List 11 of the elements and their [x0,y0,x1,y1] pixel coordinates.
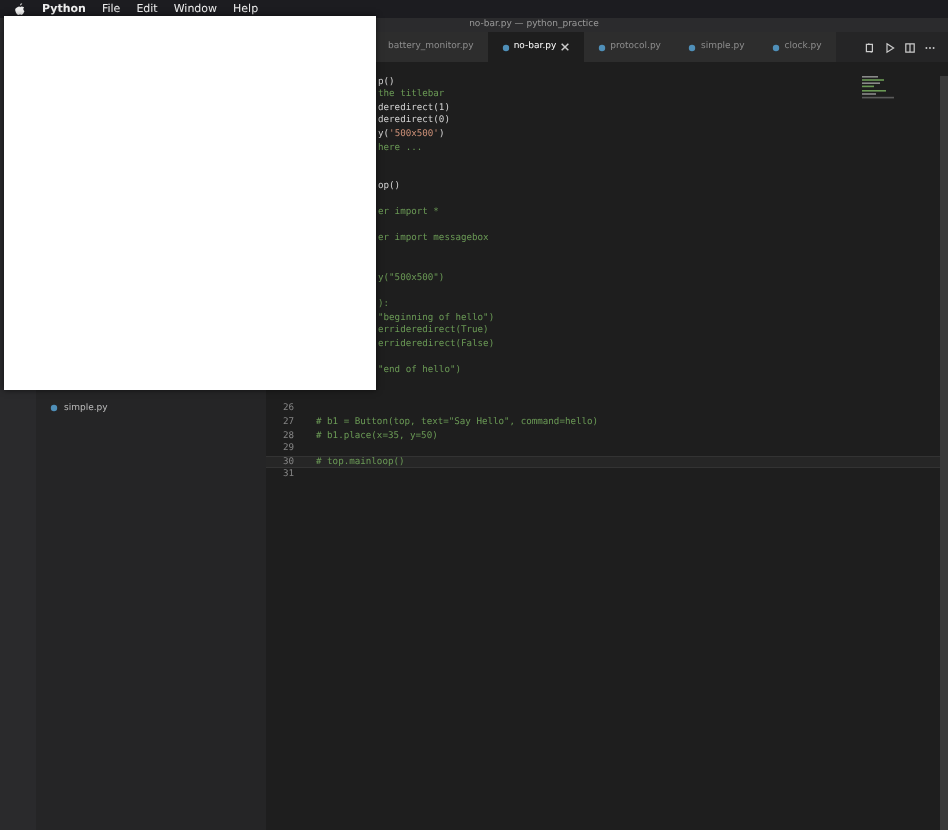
close-icon[interactable] [560,42,571,52]
python-file-icon [772,43,781,51]
apple-icon[interactable] [14,2,26,16]
python-file-icon [501,43,510,51]
python-file-icon [688,43,697,51]
python-file-icon [598,43,607,51]
compare-icon[interactable] [864,41,876,53]
minimap-drawing [862,76,894,100]
split-editor-icon[interactable] [904,41,916,53]
run-icon[interactable] [884,41,896,53]
python-file-icon [50,404,58,412]
